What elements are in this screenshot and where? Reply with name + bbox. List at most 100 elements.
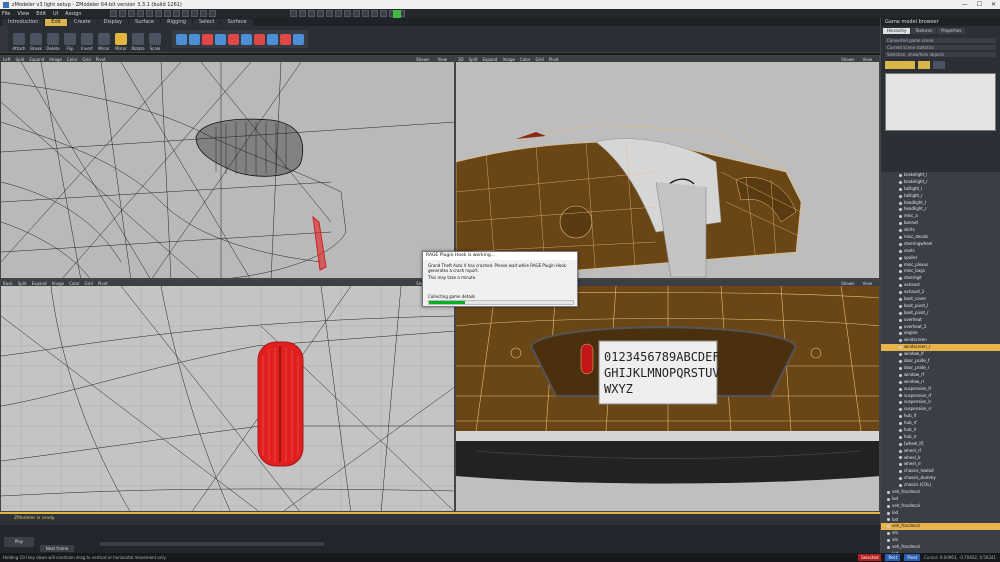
tree-item[interactable]: overheat_2 — [881, 324, 1000, 331]
texture-icon[interactable] — [317, 10, 324, 17]
detach-icon[interactable] — [280, 33, 291, 45]
split-icon[interactable] — [215, 33, 226, 45]
viewport-menu-grid[interactable]: Grid — [85, 281, 93, 286]
tree-item[interactable]: seats — [881, 248, 1000, 255]
tree-item[interactable]: overheat — [881, 317, 1000, 324]
tab-rigging[interactable]: Rigging — [161, 18, 193, 26]
viewport-menu-image[interactable]: Image — [52, 281, 65, 286]
tree-item[interactable]: lod — [881, 496, 1000, 503]
light-icon[interactable] — [326, 10, 333, 17]
tree-item[interactable]: misc_bags — [881, 268, 1000, 275]
tree-item[interactable]: wheel_rf — [881, 448, 1000, 455]
menu-edit[interactable]: Edit — [36, 11, 46, 17]
viewport-3d-top[interactable]: 3D Split Expand Image Color Grid Pivot S… — [455, 55, 880, 279]
tree-item[interactable]: suspension_lf — [881, 386, 1000, 393]
render-status-icon[interactable] — [393, 10, 401, 18]
zoom-icon[interactable] — [344, 10, 351, 17]
tab-display[interactable]: Display — [97, 18, 129, 26]
save-icon[interactable] — [128, 10, 135, 17]
bevel-icon[interactable] — [189, 33, 200, 45]
timeline-track[interactable] — [100, 542, 324, 546]
move-icon[interactable] — [155, 10, 162, 17]
panel-folder-icon[interactable] — [918, 61, 930, 69]
tree-item[interactable]: suspension_rr — [881, 406, 1000, 413]
viewport-menu-expand[interactable]: Expand — [32, 281, 47, 286]
connect-icon[interactable] — [241, 33, 252, 45]
new-icon[interactable] — [110, 10, 117, 17]
viewport-name[interactable]: Left — [3, 57, 11, 62]
tree-item[interactable]: veh_fracdecal — [881, 544, 1000, 551]
viewport-menu-image[interactable]: Image — [502, 57, 515, 62]
menu-view[interactable]: View — [17, 11, 29, 17]
tree-item[interactable]: bonnet — [881, 220, 1000, 227]
close-button[interactable]: ✕ — [991, 1, 996, 8]
tree-item[interactable]: misc_plexus — [881, 262, 1000, 269]
scale-button[interactable]: Scale — [148, 33, 162, 51]
orbit-icon[interactable] — [362, 10, 369, 17]
menu-assign[interactable]: Assign — [65, 11, 81, 17]
scene-statistics-field[interactable]: Current scene statistics — [885, 45, 996, 50]
tree-item[interactable]: window_rf — [881, 372, 1000, 379]
tree-item[interactable]: veh_fracdecal — [881, 503, 1000, 510]
tree-item[interactable]: door_pside_f — [881, 358, 1000, 365]
viewport-menu-grid[interactable]: Grid — [535, 57, 543, 62]
viewport-view[interactable]: View — [438, 57, 448, 62]
menu-file[interactable]: File — [2, 11, 10, 17]
tree-item[interactable]: vlo — [881, 530, 1000, 537]
mirror-button[interactable]: Mirror — [97, 33, 111, 51]
viewport-menu-pivot[interactable]: Pivot — [98, 281, 108, 286]
viewport-menu-expand[interactable]: Expand — [483, 57, 498, 62]
tree-item[interactable]: engine — [881, 330, 1000, 337]
viewport-3d-bottom[interactable]: 3D Split Expand Image Color Grid Pivot S… — [455, 279, 880, 512]
tree-item[interactable]: veh_fracdecal — [881, 489, 1000, 496]
panel-options-icon[interactable] — [933, 61, 945, 69]
tree-item[interactable]: misc_a — [881, 213, 1000, 220]
viewport-shown[interactable]: Shown — [841, 281, 854, 286]
tab-hierarchy[interactable]: Hierarchy — [883, 28, 911, 34]
tree-item[interactable]: steelrigit — [881, 275, 1000, 282]
attach-button[interactable]: Attach — [12, 33, 26, 51]
tree-item[interactable]: headlight_r — [881, 206, 1000, 213]
viewport-menu-grid[interactable]: Grid — [82, 57, 90, 62]
tree-item[interactable]: suspension_rf — [881, 393, 1000, 400]
extrude-icon[interactable] — [176, 33, 187, 45]
tree-item[interactable]: window_rr — [881, 379, 1000, 386]
tree-item[interactable]: window_lf — [881, 351, 1000, 358]
tree-item[interactable]: wheel_lr — [881, 455, 1000, 462]
tab-introduction[interactable]: Introduction — [2, 18, 45, 26]
mirror-active-button[interactable]: Mirror — [114, 33, 128, 51]
break-button[interactable]: Break — [29, 33, 43, 51]
viewport-name[interactable]: 3D — [458, 57, 464, 62]
selected-chip[interactable]: Selected — [858, 554, 882, 561]
tree-item[interactable]: chassis_dummy — [881, 475, 1000, 482]
viewport-shown[interactable]: Shown — [416, 57, 429, 62]
viewport-menu-color[interactable]: Color — [69, 281, 79, 286]
tree-item[interactable]: door_pside_r — [881, 365, 1000, 372]
tree-item[interactable]: exhaust — [881, 282, 1000, 289]
panel-action-button[interactable] — [885, 61, 915, 69]
tree-item[interactable]: boot_cover — [881, 296, 1000, 303]
tree-item[interactable]: brakelight_r — [881, 179, 1000, 186]
grid-icon[interactable] — [209, 10, 216, 17]
viewport-shown[interactable]: Shown — [841, 57, 854, 62]
viewport-menu-pivot[interactable]: Pivot — [96, 57, 106, 62]
redo-icon[interactable] — [146, 10, 153, 17]
viewport-menu-split[interactable]: Split — [469, 57, 478, 62]
tree-item[interactable]: taillight_l — [881, 186, 1000, 193]
viewport-name[interactable]: Back — [3, 281, 13, 286]
select-icon[interactable] — [164, 10, 171, 17]
undo-icon[interactable] — [137, 10, 144, 17]
tree-item[interactable]: boot_pivot_l — [881, 303, 1000, 310]
viewport-menu-color[interactable]: Color — [67, 57, 77, 62]
view-mode-icon[interactable] — [290, 10, 297, 17]
tree-item[interactable]: steeringwheel — [881, 241, 1000, 248]
minimize-button[interactable]: — — [962, 1, 968, 8]
tree-item[interactable]: brakelight_l — [881, 172, 1000, 179]
tree-item[interactable]: lod — [881, 510, 1000, 517]
tree-item[interactable]: chassis_lowlod — [881, 468, 1000, 475]
menu-ui[interactable]: UI — [53, 11, 58, 17]
viewport-menu-color[interactable]: Color — [520, 57, 530, 62]
lock-icon[interactable] — [200, 10, 207, 17]
tree-item[interactable]: hub_lf — [881, 413, 1000, 420]
tree-item[interactable]: exhaust_2 — [881, 289, 1000, 296]
